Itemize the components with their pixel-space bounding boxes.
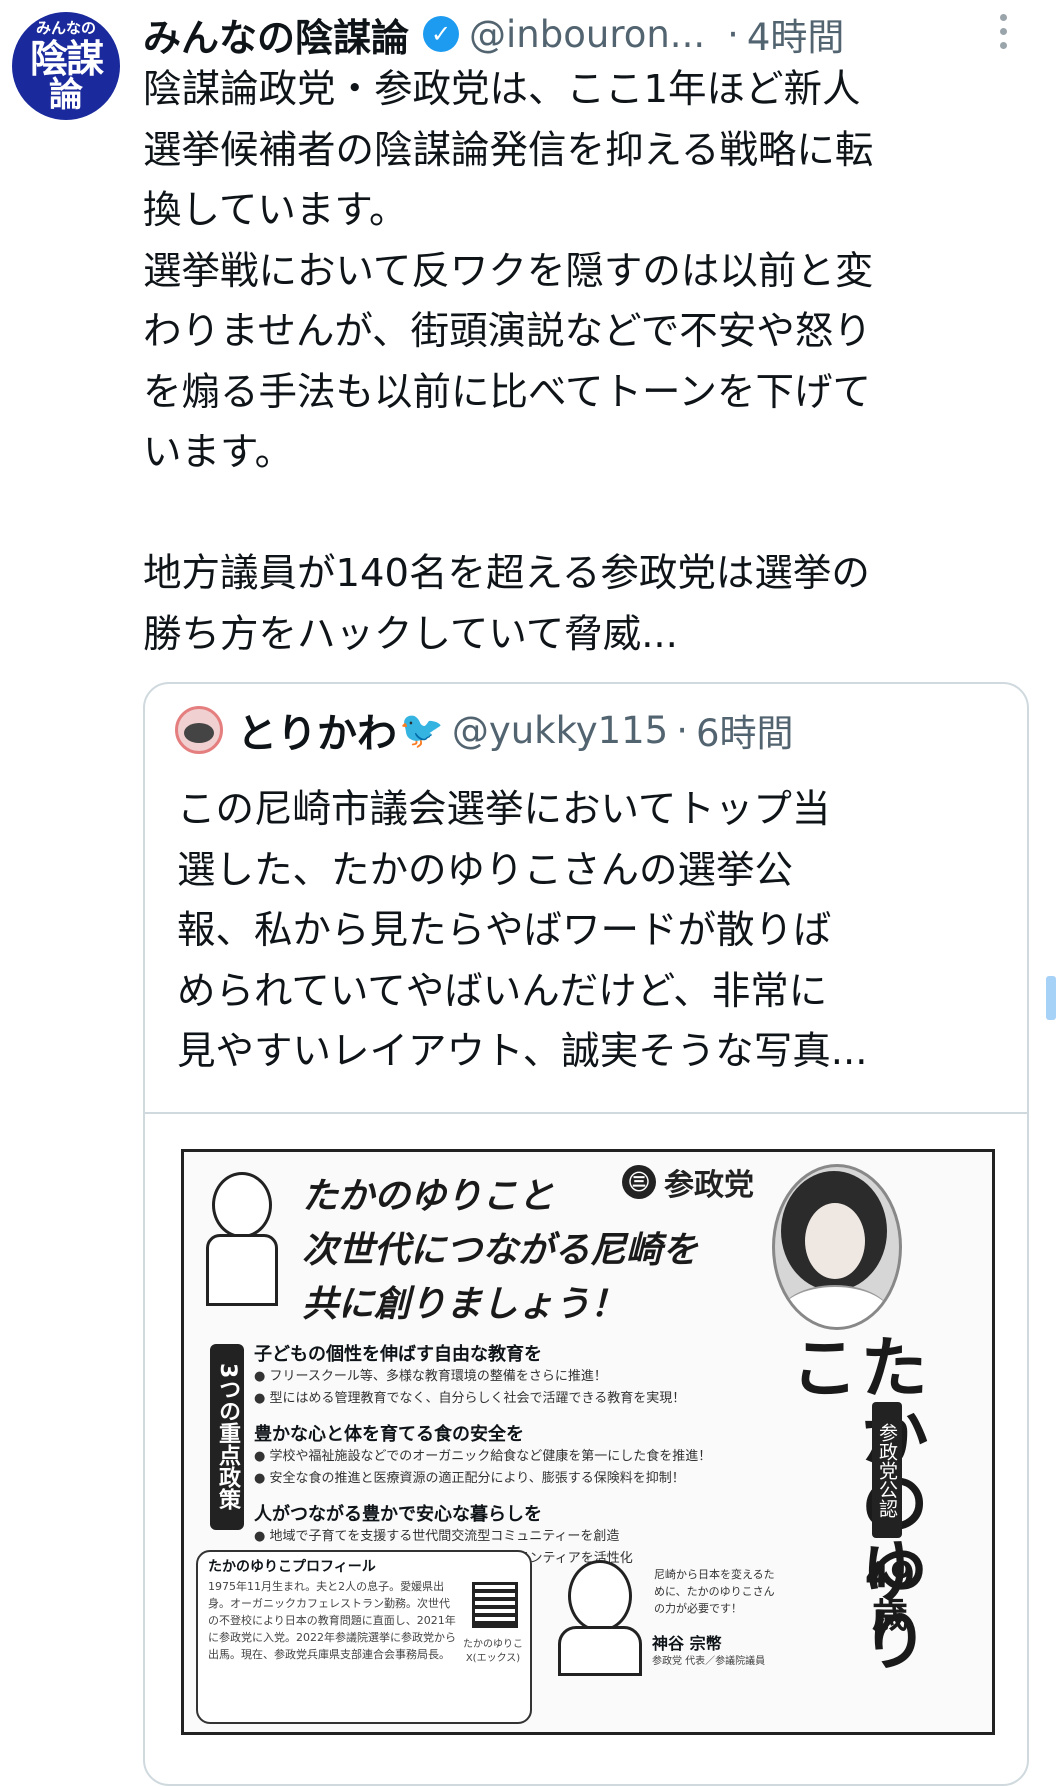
quoted-tweet-timestamp: 6時間 (696, 712, 794, 755)
candidate-illustration (202, 1172, 278, 1306)
bird-icon: 🐦 (399, 710, 444, 751)
candidate-age: 49 歳 (864, 1555, 916, 1636)
quoted-tweet-divider (145, 1112, 1027, 1114)
policy-bullet: ● フリースクール等、多様な教育環境の整備をさらに推進！ (254, 1369, 607, 1384)
author-display-name[interactable]: みんなの陰謀論 (143, 7, 409, 62)
policy-item: 豊かな心と体を育てる食の安全を ● 学校や福祉施設などでのオーガニック給食など健… (254, 1420, 774, 1490)
candidate-profile-box: たかのゆりこプロフィール 1975年11月生まれ。夫と2人の息子。愛媛県出身。オ… (196, 1550, 532, 1724)
quoted-tweet-image[interactable]: たかのゆりこと 次世代につながる尼崎を 共に創りましょう！ ㊂ 参政党 3つの重… (181, 1149, 995, 1735)
quoted-author-name[interactable]: とりかわ (237, 701, 397, 759)
policy-section-label: 3つの重点政策 (210, 1344, 244, 1530)
policy-bullet: ● 地域で子育てを支援する世代間交流型コミュニティーを創造 (254, 1529, 620, 1544)
header-separator: · (727, 12, 739, 56)
policy-heading: 人がつながる豊かで安心な暮らしを (254, 1504, 542, 1525)
scroll-indicator (1046, 976, 1056, 1020)
party-logo-icon: ㊂ (622, 1165, 656, 1199)
quoted-tweet-card[interactable]: とりかわ 🐦 @yukky115 · 6時間 この尼崎市議会選挙においてトップ当… (143, 682, 1029, 1786)
leader-message: 尼崎から日本を変えるために、たかのゆりこさんの力が必要です！ (654, 1568, 775, 1615)
avatar-text-2: 陰謀 (29, 36, 104, 81)
quoted-tweet-header: とりかわ 🐦 @yukky115 · 6時間 (175, 702, 794, 758)
avatar-text-1: みんなの (35, 18, 96, 37)
tweet-timestamp[interactable]: 4時間 (747, 7, 845, 61)
policy-bullet: ● 型にはめる管理教育でなく、自分らしく社会で活躍できる教育を実現！ (254, 1391, 686, 1406)
quoted-header-separator: · (676, 708, 688, 752)
more-vertical-icon[interactable] (996, 14, 1010, 49)
endorsement-badge: 参政党公認 (872, 1402, 902, 1538)
policy-list: 子どもの個性を伸ばす自由な教育を ● フリースクール等、多様な教育環境の整備をさ… (254, 1338, 774, 1580)
policy-heading: 豊かな心と体を育てる食の安全を (254, 1424, 524, 1445)
tweet-text: 陰謀論政党・参政党は、ここ1年ほど新人 選挙候補者の陰謀論発信を抑える戦略に転 … (143, 67, 874, 657)
author-avatar[interactable]: みんなの 陰謀 論 (12, 12, 120, 120)
policy-bullet: ● 安全な食の推進と医療資源の適正配分により、膨張する保険料を抑制！ (254, 1471, 685, 1486)
leader-role: 参政党 代表／参議院議員 (652, 1656, 766, 1667)
policy-item: 子どもの個性を伸ばす自由な教育を ● フリースクール等、多様な教育環境の整備をさ… (254, 1340, 774, 1410)
party-leader-illustration (554, 1560, 642, 1676)
quoted-author-handle: @yukky115 (451, 708, 669, 752)
qr-label: たかのゆりこ X(エックス) (463, 1639, 523, 1664)
qr-code-icon (472, 1582, 518, 1628)
author-handle[interactable]: @inbouron... (469, 13, 705, 56)
policy-heading: 子どもの個性を伸ばす自由な教育を (254, 1344, 542, 1365)
tweet-header: みんなの陰謀論 ✓ @inbouron... · 4時間 (143, 8, 844, 60)
quoted-tweet-text: この尼崎市議会選挙においてトップ当 選した、たかのゆりこさんの選挙公 報、私から… (177, 787, 868, 1074)
profile-title: たかのゆりこプロフィール (208, 1559, 376, 1575)
party-mark: ㊂ 参政党 (622, 1160, 754, 1204)
profile-text: 1975年11月生まれ。夫と2人の息子。愛媛県出身。オーガニックカフェレストラン… (208, 1580, 456, 1661)
verified-badge-icon: ✓ (423, 16, 460, 52)
quoted-author-avatar[interactable] (175, 706, 223, 754)
avatar-text-3: 論 (49, 74, 83, 115)
party-name: 参政党 (664, 1168, 754, 1203)
policy-bullet: ● 学校や福祉施設などでのオーガニック給食など健康を第一にした食を推進！ (254, 1449, 712, 1464)
leader-name: 神谷 宗幣 (652, 1634, 722, 1653)
candidate-photo (772, 1164, 902, 1330)
